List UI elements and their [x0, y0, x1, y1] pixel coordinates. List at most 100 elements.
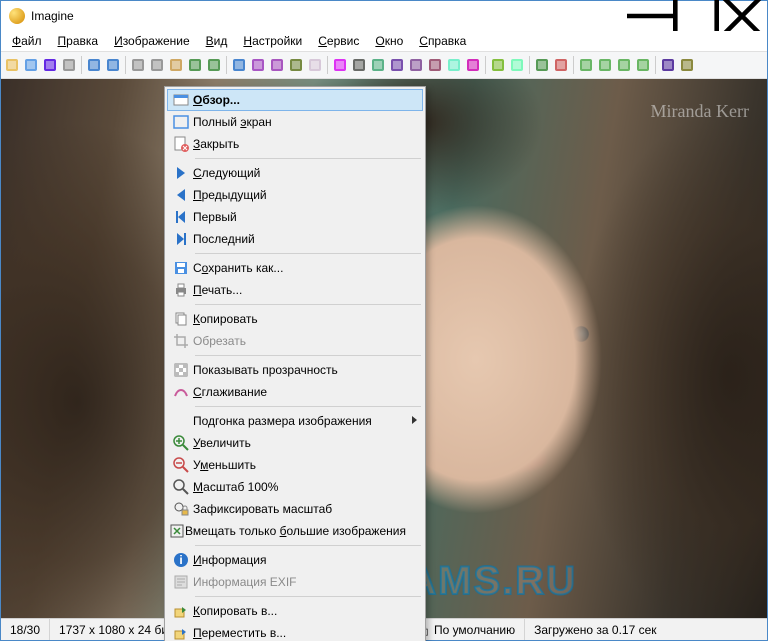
toolbar-print-button[interactable]: [60, 56, 78, 74]
context-item-transparency[interactable]: Показывать прозрачность: [167, 359, 423, 381]
context-label: Обрезать: [193, 334, 405, 348]
menu-правка[interactable]: Правка: [51, 32, 106, 50]
context-label: Подгонка размера изображения: [193, 414, 405, 428]
crop-icon: [169, 333, 193, 349]
toolbar-zoom-out-button[interactable]: [552, 56, 570, 74]
context-separator: [195, 596, 421, 597]
context-item-zoom-in[interactable]: Увеличить: [167, 432, 423, 454]
context-item-crop: Обрезать: [167, 330, 423, 352]
context-item-lock-zoom[interactable]: Зафиксировать масштаб: [167, 498, 423, 520]
copyto-icon: [169, 603, 193, 619]
toolbar-save-button[interactable]: [22, 56, 40, 74]
toolbar-undo-button[interactable]: [186, 56, 204, 74]
context-item-smooth[interactable]: Сглаживание: [167, 381, 423, 403]
toolbar-separator: [125, 56, 126, 74]
toolbar-open-button[interactable]: [3, 56, 21, 74]
toolbar-next-button[interactable]: [104, 56, 122, 74]
context-item-save[interactable]: Сохранить как...: [167, 257, 423, 279]
toolbar-prev-button[interactable]: [85, 56, 103, 74]
toolbar-plugin-button[interactable]: [659, 56, 677, 74]
context-item-moveto[interactable]: Переместить в...: [167, 622, 423, 641]
toolbar-effects-button[interactable]: [331, 56, 349, 74]
image-signature: Miranda Kerr: [651, 101, 749, 122]
context-label: Следующий: [193, 166, 405, 180]
copy-icon: [169, 311, 193, 327]
context-item-i18[interactable]: Подгонка размера изображения: [167, 410, 423, 432]
first-icon: [169, 209, 193, 225]
maximize-button[interactable]: [673, 1, 719, 31]
toolbar-paste-button[interactable]: [167, 56, 185, 74]
toolbar-info-button[interactable]: [230, 56, 248, 74]
context-item-last[interactable]: Последний: [167, 228, 423, 250]
menu-окно[interactable]: Окно: [368, 32, 410, 50]
toolbar-levels-button[interactable]: [464, 56, 482, 74]
toolbar-crop-button[interactable]: [445, 56, 463, 74]
fullscreen-icon: [169, 114, 193, 130]
context-item-copyto[interactable]: Копировать в...: [167, 600, 423, 622]
close-doc-icon: [169, 136, 193, 152]
context-menu: Обзор...Полный экран Закрыть Следующий Пред…: [164, 86, 426, 641]
context-item-fit-large[interactable]: Вмещать только большие изображения: [167, 520, 423, 542]
context-label: Масштаб 100%: [193, 480, 405, 494]
toolbar-thumb2-button[interactable]: [596, 56, 614, 74]
app-window: Imagine ФайлПравкаИзображениеВидНастройк…: [0, 0, 768, 641]
toolbar-resize-button[interactable]: [426, 56, 444, 74]
context-item-browse[interactable]: Обзор...: [167, 89, 423, 111]
context-label: Сглаживание: [193, 385, 405, 399]
toolbar-separator: [226, 56, 227, 74]
toolbar: [1, 51, 767, 79]
context-item-zoom-out[interactable]: Уменьшить: [167, 454, 423, 476]
lock-zoom-icon: [169, 501, 193, 517]
close-button[interactable]: [719, 1, 765, 31]
toolbar-cut-button[interactable]: [129, 56, 147, 74]
context-label: Закрыть: [193, 137, 405, 151]
toolbar-zoom-in-button[interactable]: [533, 56, 551, 74]
context-label: Информация EXIF: [193, 575, 405, 589]
toolbar-copy-button[interactable]: [148, 56, 166, 74]
title-bar: Imagine: [1, 1, 767, 31]
toolbar-thumb3-button[interactable]: [615, 56, 633, 74]
context-item-close-doc[interactable]: Закрыть: [167, 133, 423, 155]
toolbar-convert-button[interactable]: [369, 56, 387, 74]
toolbar-palette-button[interactable]: [407, 56, 425, 74]
context-item-zoom100[interactable]: Масштаб 100%: [167, 476, 423, 498]
toolbar-rotate-r-button[interactable]: [268, 56, 286, 74]
toolbar-brush-button[interactable]: [678, 56, 696, 74]
context-separator: [195, 355, 421, 356]
menu-изображение[interactable]: Изображение: [107, 32, 197, 50]
toolbar-separator: [655, 56, 656, 74]
last-icon: [169, 231, 193, 247]
toolbar-thumb1-button[interactable]: [577, 56, 595, 74]
toolbar-rotate-l-button[interactable]: [249, 56, 267, 74]
toolbar-batch-button[interactable]: [489, 56, 507, 74]
context-label: Уменьшить: [193, 458, 405, 472]
browse-icon: [169, 92, 193, 108]
toolbar-thumb4-button[interactable]: [634, 56, 652, 74]
context-item-fullscreen[interactable]: Полный экран: [167, 111, 423, 133]
save-icon: [169, 260, 193, 276]
context-label: Вмещать только большие изображения: [185, 524, 406, 538]
toolbar-redo-button[interactable]: [205, 56, 223, 74]
context-item-next[interactable]: Следующий: [167, 162, 423, 184]
toolbar-scan-button[interactable]: [508, 56, 526, 74]
context-item-print[interactable]: Печать...: [167, 279, 423, 301]
menu-сервис[interactable]: Сервис: [311, 32, 366, 50]
context-item-prev[interactable]: Предыдущий: [167, 184, 423, 206]
context-item-info[interactable]: iИнформация: [167, 549, 423, 571]
context-item-copy[interactable]: Копировать: [167, 308, 423, 330]
context-item-first[interactable]: Первый: [167, 206, 423, 228]
toolbar-slideshow-button[interactable]: [41, 56, 59, 74]
menu-настройки[interactable]: Настройки: [236, 32, 309, 50]
print-icon: [169, 282, 193, 298]
minimize-button[interactable]: [627, 1, 673, 31]
context-separator: [195, 545, 421, 546]
toolbar-export-button[interactable]: [287, 56, 305, 74]
menu-справка[interactable]: Справка: [412, 32, 473, 50]
menu-файл[interactable]: Файл: [5, 32, 49, 50]
toolbar-flip-button[interactable]: [388, 56, 406, 74]
status-loaded: Загружено за 0.17 сек: [525, 619, 665, 640]
toolbar-adjust-button[interactable]: [350, 56, 368, 74]
toolbar-import-button[interactable]: [306, 56, 324, 74]
menu-вид[interactable]: Вид: [199, 32, 235, 50]
context-label: Сохранить как...: [193, 261, 405, 275]
